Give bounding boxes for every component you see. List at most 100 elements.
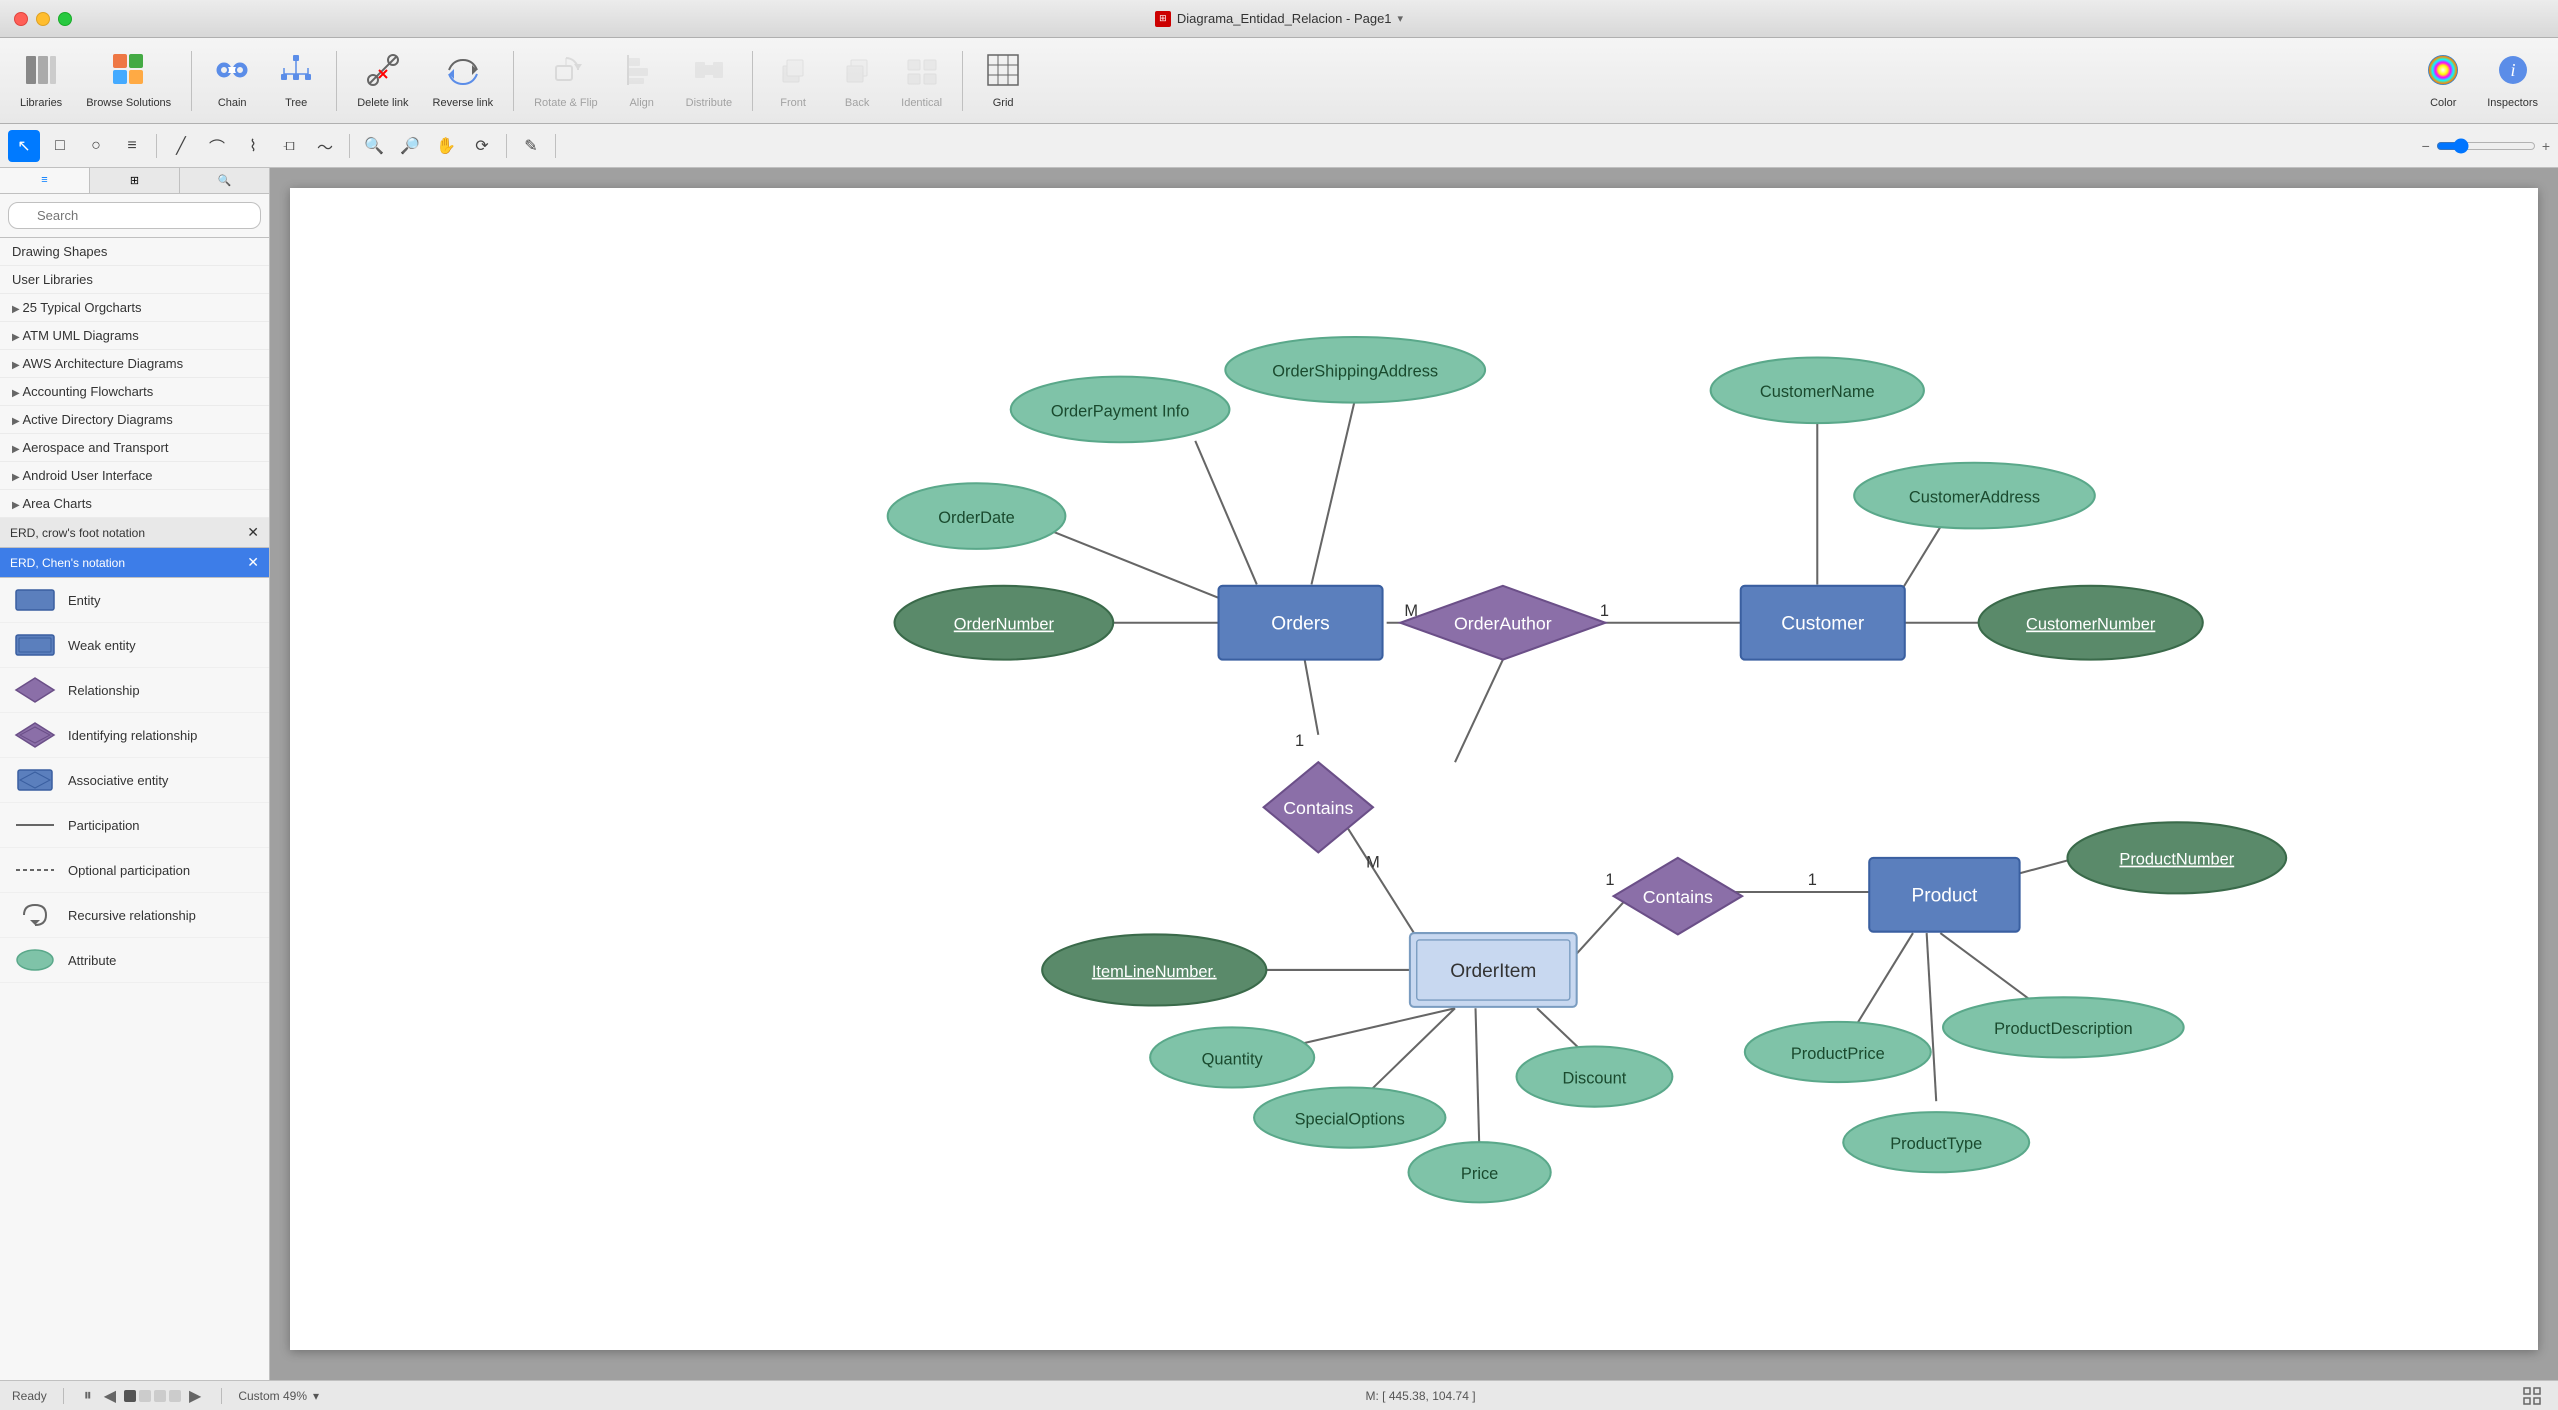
zoom-in-icon[interactable]: + — [2542, 138, 2550, 154]
shape-participation[interactable]: Participation — [0, 803, 269, 848]
delete-link-button[interactable]: Delete link — [347, 46, 418, 115]
freehand-tool[interactable]: 〜 — [309, 130, 341, 162]
svg-text:OrderNumber: OrderNumber — [954, 616, 1055, 634]
fit-page-icon[interactable] — [2522, 1386, 2542, 1406]
connect-all-tool[interactable]: ⟳ — [466, 130, 498, 162]
rect-tool[interactable]: □ — [44, 130, 76, 162]
svg-text:ItemLineNumber.: ItemLineNumber. — [1092, 963, 1217, 981]
front-button[interactable]: Front — [763, 46, 823, 115]
prev-page-arrow[interactable]: ◀ — [100, 1386, 120, 1406]
page-dot-4[interactable] — [169, 1390, 181, 1402]
title-dropdown-icon[interactable]: ▾ — [1398, 12, 1404, 25]
sidebar-tab-search[interactable]: 🔍 — [180, 168, 269, 193]
tree-icon — [278, 52, 314, 93]
libraries-button[interactable]: Libraries — [10, 46, 72, 115]
page-dot-1[interactable] — [124, 1390, 136, 1402]
rotate-flip-icon — [548, 52, 584, 93]
shape-recursive-relationship[interactable]: Recursive relationship — [0, 893, 269, 938]
connector-tool[interactable]: ⟤ — [273, 130, 305, 162]
select-tool[interactable]: ↖ — [8, 130, 40, 162]
ellipse-tool[interactable]: ○ — [80, 130, 112, 162]
erd-crows-close[interactable]: ✕ — [247, 524, 259, 541]
page-dot-3[interactable] — [154, 1390, 166, 1402]
shape-identifying-rel[interactable]: Identifying relationship — [0, 713, 269, 758]
canvas[interactable]: M 1 1 M — [290, 188, 2538, 1350]
svg-text:1: 1 — [1605, 871, 1614, 889]
zoom-slider[interactable] — [2436, 138, 2536, 154]
shape-entity[interactable]: Entity — [0, 578, 269, 623]
sidebar-item-user-libraries[interactable]: User Libraries — [0, 266, 269, 294]
inspectors-button[interactable]: i Inspectors — [2477, 46, 2548, 115]
tree-button[interactable]: Tree — [266, 46, 326, 115]
color-button[interactable]: Color — [2413, 46, 2473, 115]
text-tool[interactable]: ≡ — [116, 130, 148, 162]
rotate-flip-button[interactable]: Rotate & Flip — [524, 46, 608, 115]
sidebar-item-area-charts[interactable]: Area Charts — [0, 490, 269, 518]
arc-tool[interactable]: ⌒ — [201, 130, 233, 162]
svg-text:1: 1 — [1808, 871, 1817, 889]
next-page-arrow[interactable]: ▶ — [185, 1386, 205, 1406]
recursive-rel-label: Recursive relationship — [68, 908, 196, 923]
svg-text:SpecialOptions: SpecialOptions — [1295, 1110, 1405, 1128]
shape-weak-entity[interactable]: Weak entity — [0, 623, 269, 668]
shape-relationship[interactable]: Relationship — [0, 668, 269, 713]
svg-text:OrderPayment Info: OrderPayment Info — [1051, 402, 1189, 420]
svg-text:Product: Product — [1911, 886, 1978, 907]
polyline-tool[interactable]: ⌇ — [237, 130, 269, 162]
libraries-label: Libraries — [20, 97, 62, 109]
hand-tool[interactable]: ✋ — [430, 130, 462, 162]
attribute-label: Attribute — [68, 953, 116, 968]
chain-button[interactable]: Chain — [202, 46, 262, 115]
zoom-out-icon[interactable]: − — [2422, 138, 2430, 154]
identifying-rel-label: Identifying relationship — [68, 728, 197, 743]
back-button[interactable]: Back — [827, 46, 887, 115]
shape-attribute[interactable]: Attribute — [0, 938, 269, 983]
sidebar-item-atm-uml[interactable]: ATM UML Diagrams — [0, 322, 269, 350]
sidebar-item-orgcharts[interactable]: 25 Typical Orgcharts — [0, 294, 269, 322]
sidebar-item-aws[interactable]: AWS Architecture Diagrams — [0, 350, 269, 378]
prev-page-button[interactable]: ⏸ — [80, 1387, 96, 1405]
sidebar-item-drawing-shapes[interactable]: Drawing Shapes — [0, 238, 269, 266]
canvas-area[interactable]: M 1 1 M — [270, 168, 2558, 1380]
tb2-sep-2 — [349, 134, 350, 158]
color-label: Color — [2430, 97, 2456, 109]
chain-label: Chain — [218, 97, 247, 109]
sidebar-item-android[interactable]: Android User Interface — [0, 462, 269, 490]
erd-chens-close[interactable]: ✕ — [247, 554, 259, 571]
sidebar-tab-list[interactable]: ≡ — [0, 168, 90, 193]
erd-chens-panel-header[interactable]: ERD, Chen's notation ✕ — [0, 548, 269, 578]
minimize-button[interactable] — [36, 12, 50, 26]
zoom-out-tool[interactable]: 🔎 — [394, 130, 426, 162]
sidebar-item-aerospace[interactable]: Aerospace and Transport — [0, 434, 269, 462]
zoom-dropdown-icon[interactable]: ▾ — [313, 1389, 319, 1403]
distribute-button[interactable]: Distribute — [676, 46, 742, 115]
line-tool[interactable]: ╱ — [165, 130, 197, 162]
entity-label: Entity — [68, 593, 101, 608]
search-input[interactable] — [8, 202, 261, 229]
align-button[interactable]: Align — [612, 46, 672, 115]
page-dot-2[interactable] — [139, 1390, 151, 1402]
pencil-tool[interactable]: ✎ — [515, 130, 547, 162]
inspectors-label: Inspectors — [2487, 97, 2538, 109]
svg-text:Quantity: Quantity — [1202, 1050, 1264, 1068]
sidebar-item-active-directory[interactable]: Active Directory Diagrams — [0, 406, 269, 434]
maximize-button[interactable] — [58, 12, 72, 26]
reverse-link-button[interactable]: Reverse link — [423, 46, 504, 115]
sidebar-item-accounting[interactable]: Accounting Flowcharts — [0, 378, 269, 406]
svg-text:Customer: Customer — [1781, 614, 1865, 635]
zoom-in-tool[interactable]: 🔍 — [358, 130, 390, 162]
libraries-icon — [23, 52, 59, 93]
grid-button[interactable]: Grid — [973, 46, 1033, 115]
sidebar-tab-grid[interactable]: ⊞ — [90, 168, 180, 193]
rotate-flip-label: Rotate & Flip — [534, 97, 598, 109]
shape-associative-entity[interactable]: Associative entity — [0, 758, 269, 803]
identical-button[interactable]: Identical — [891, 46, 952, 115]
align-label: Align — [629, 97, 653, 109]
svg-text:1: 1 — [1295, 732, 1304, 750]
shape-optional-participation[interactable]: Optional participation — [0, 848, 269, 893]
erd-crows-panel-header[interactable]: ERD, crow's foot notation ✕ — [0, 518, 269, 548]
tb2-sep-1 — [156, 134, 157, 158]
svg-text:Price: Price — [1461, 1165, 1498, 1183]
browse-solutions-button[interactable]: Browse Solutions — [76, 46, 181, 115]
close-button[interactable] — [14, 12, 28, 26]
